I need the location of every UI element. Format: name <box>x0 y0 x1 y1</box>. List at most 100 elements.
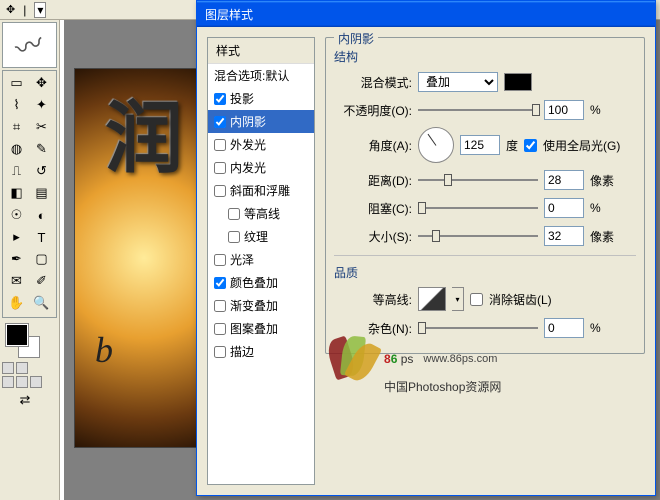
jump-to-button[interactable]: ⇄ <box>2 390 48 410</box>
shape-tool[interactable]: ▢ <box>30 249 53 269</box>
move-tool[interactable]: ✥ <box>30 73 53 93</box>
fg-color-swatch[interactable] <box>6 324 28 346</box>
style-checkbox[interactable] <box>214 162 226 174</box>
choke-slider[interactable] <box>418 199 538 217</box>
style-label: 等高线 <box>244 205 280 222</box>
style-item-描边[interactable]: 描边 <box>208 340 314 363</box>
history-brush-tool[interactable]: ↺ <box>30 161 53 181</box>
size-slider[interactable] <box>418 227 538 245</box>
angle-dial[interactable] <box>418 127 454 163</box>
dialog-titlebar[interactable]: 图层样式 <box>197 1 655 27</box>
style-checkbox[interactable] <box>228 208 240 220</box>
style-item-渐变叠加[interactable]: 渐变叠加 <box>208 294 314 317</box>
options-dropdown[interactable]: ▾ <box>34 2 46 18</box>
opacity-slider[interactable] <box>418 101 538 119</box>
style-item-光泽[interactable]: 光泽 <box>208 248 314 271</box>
quickmask-mode[interactable] <box>16 362 28 374</box>
eyedropper-tool[interactable]: ✐ <box>30 271 53 291</box>
blend-mode-select[interactable]: 叠加 <box>418 72 498 92</box>
blend-options-item[interactable]: 混合选项:默认 <box>208 64 314 87</box>
opacity-label: 不透明度(O): <box>334 102 412 119</box>
style-label: 光泽 <box>230 251 254 268</box>
inner-shadow-group: 内阴影 结构 混合模式: 叠加 不透明度(O): % 角度(A): <box>325 37 645 354</box>
style-item-颜色叠加[interactable]: 颜色叠加 <box>208 271 314 294</box>
distance-unit: 像素 <box>590 172 614 189</box>
shadow-color-swatch[interactable] <box>504 73 532 91</box>
screen-mode-3[interactable] <box>30 376 42 388</box>
style-checkbox[interactable] <box>214 346 226 358</box>
distance-label: 距离(D): <box>334 172 412 189</box>
slice-tool[interactable]: ✂ <box>30 117 53 137</box>
dialog-title: 图层样式 <box>205 6 253 23</box>
style-checkbox[interactable] <box>214 254 226 266</box>
angle-input[interactable] <box>460 135 500 155</box>
document-canvas: 润 <box>75 69 213 447</box>
crop-tool[interactable]: ⌗ <box>5 117 28 137</box>
style-label: 图案叠加 <box>230 320 278 337</box>
antialias-checkbox[interactable] <box>470 293 483 306</box>
screen-mode-2[interactable] <box>16 376 28 388</box>
brush-tool[interactable]: ✎ <box>30 139 53 159</box>
style-item-外发光[interactable]: 外发光 <box>208 133 314 156</box>
style-item-纹理[interactable]: 纹理 <box>208 225 314 248</box>
noise-input[interactable] <box>544 318 584 338</box>
gradient-tool[interactable]: ▤ <box>30 183 53 203</box>
color-swatches[interactable] <box>2 322 57 358</box>
style-item-图案叠加[interactable]: 图案叠加 <box>208 317 314 340</box>
style-label: 渐变叠加 <box>230 297 278 314</box>
global-light-checkbox[interactable] <box>524 139 537 152</box>
eraser-tool[interactable]: ◧ <box>5 183 28 203</box>
contour-swatch[interactable] <box>418 287 446 311</box>
hand-tool[interactable]: ✋ <box>5 293 28 313</box>
pen-tool[interactable]: ✒ <box>5 249 28 269</box>
style-label: 斜面和浮雕 <box>230 182 290 199</box>
size-input[interactable] <box>544 226 584 246</box>
zoom-tool[interactable]: 🔍 <box>30 293 53 313</box>
choke-input[interactable] <box>544 198 584 218</box>
blend-mode-label: 混合模式: <box>334 74 412 91</box>
style-checkbox[interactable] <box>214 93 226 105</box>
contour-dropdown[interactable]: ▾ <box>452 287 464 311</box>
style-item-等高线[interactable]: 等高线 <box>208 202 314 225</box>
style-checkbox[interactable] <box>214 300 226 312</box>
heal-tool[interactable]: ◍ <box>5 139 28 159</box>
distance-slider[interactable] <box>418 171 538 189</box>
blur-tool[interactable]: ☉ <box>5 205 28 225</box>
wand-tool[interactable]: ✦ <box>30 95 53 115</box>
style-item-投影[interactable]: 投影 <box>208 87 314 110</box>
style-checkbox[interactable] <box>214 277 226 289</box>
quality-title: 品质 <box>334 264 636 281</box>
contour-label: 等高线: <box>334 291 412 308</box>
style-item-斜面和浮雕[interactable]: 斜面和浮雕 <box>208 179 314 202</box>
style-item-内发光[interactable]: 内发光 <box>208 156 314 179</box>
style-checkbox[interactable] <box>214 116 226 128</box>
style-label: 颜色叠加 <box>230 274 278 291</box>
notes-tool[interactable]: ✉ <box>5 271 28 291</box>
structure-title: 结构 <box>334 48 636 65</box>
standard-mode[interactable] <box>2 362 14 374</box>
dodge-tool[interactable]: ◐ <box>30 205 53 225</box>
stamp-tool[interactable]: ⎍ <box>5 161 28 181</box>
type-tool[interactable]: T <box>30 227 53 247</box>
lasso-tool[interactable]: ⌇ <box>5 95 28 115</box>
style-item-内阴影[interactable]: 内阴影 <box>208 110 314 133</box>
group-title: 内阴影 <box>334 30 378 47</box>
noise-slider[interactable] <box>418 319 538 337</box>
style-checkbox[interactable] <box>214 185 226 197</box>
style-label: 描边 <box>230 343 254 360</box>
screenmode-row <box>2 376 57 388</box>
path-select-tool[interactable]: ▸ <box>5 227 28 247</box>
style-checkbox[interactable] <box>214 139 226 151</box>
distance-input[interactable] <box>544 170 584 190</box>
screen-mode-1[interactable] <box>2 376 14 388</box>
document-window[interactable]: 润 b <box>74 68 214 448</box>
style-label: 内阴影 <box>230 113 266 130</box>
style-checkbox[interactable] <box>214 323 226 335</box>
choke-label: 阻塞(C): <box>334 200 412 217</box>
style-checkbox[interactable] <box>228 231 240 243</box>
styles-header[interactable]: 样式 <box>208 38 314 64</box>
jump-row: ⇄ <box>2 390 57 410</box>
style-label: 内发光 <box>230 159 266 176</box>
marquee-tool[interactable]: ▭ <box>5 73 28 93</box>
opacity-input[interactable] <box>544 100 584 120</box>
